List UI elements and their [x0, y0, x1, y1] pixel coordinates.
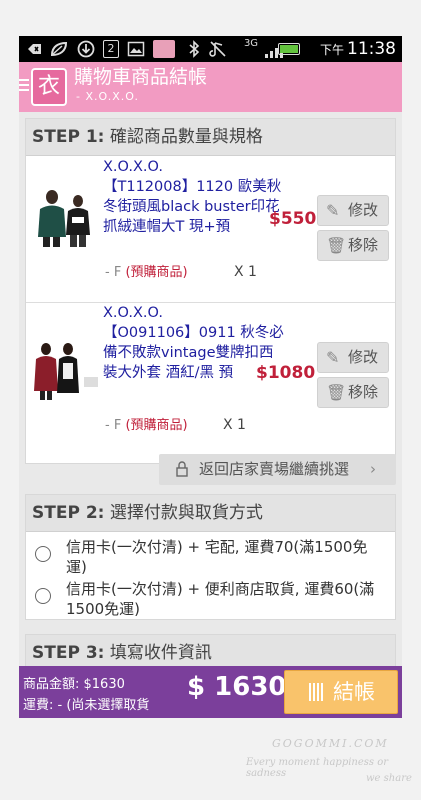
- trash-icon: 🗑: [326, 383, 347, 402]
- back-to-store-label: 返回店家賣場繼續挑選: [199, 460, 350, 478]
- edit-button[interactable]: ✎ 修改: [317, 195, 389, 226]
- preorder-tag: (預購商品): [125, 418, 188, 433]
- clock-time: 11:38: [347, 39, 396, 59]
- step1-header: STEP 1: 確認商品數量與規格: [26, 119, 395, 156]
- spec-size: - F: [105, 265, 122, 280]
- remove-button[interactable]: 🗑 移除: [317, 230, 389, 261]
- edit-label: 修改: [348, 201, 379, 219]
- cart-item: X.O.X.O. 【T112008】1120 歐美秋冬街頭風black bust…: [26, 157, 395, 292]
- app-header: 衣 購物車商品結帳 - X.O.X.O.: [19, 62, 402, 112]
- step2-label: STEP 2:: [32, 503, 105, 523]
- trash-icon: 🗑: [326, 236, 347, 255]
- chevron-right-icon: ›: [370, 460, 376, 478]
- battery-icon: [278, 43, 300, 55]
- remove-button[interactable]: 🗑 移除: [317, 377, 389, 408]
- pencil-icon: ✎: [326, 201, 340, 220]
- pencil-icon: ✎: [326, 348, 340, 367]
- page-title: 購物車商品結帳: [74, 66, 208, 88]
- phone-screen: 2 3G 下午 11:38 衣 購物車商品結帳 - X.O.X.O. STEP …: [19, 36, 402, 718]
- back-icon: [25, 40, 43, 58]
- step1-section: STEP 1: 確認商品數量與規格 X.O.X.O. 【T112008】1120…: [25, 118, 396, 464]
- step2-section: STEP 2: 選擇付款與取貨方式 信用卡(一次付清) + 宅配, 運費70(滿…: [25, 494, 396, 620]
- mute-icon: [209, 40, 227, 58]
- step2-header: STEP 2: 選擇付款與取貨方式: [26, 495, 395, 532]
- checkout-button[interactable]: 結帳: [284, 670, 398, 714]
- product-spec: - F (預購商品): [105, 261, 188, 280]
- calendar-icon: 2: [103, 40, 119, 58]
- bluetooth-icon: [187, 40, 201, 58]
- store-name: - X.O.X.O.: [76, 90, 139, 103]
- payment-radio[interactable]: [35, 546, 51, 562]
- payment-option-label: 信用卡(一次付清) + 便利商店取貨, 運費60(滿1500免運): [66, 580, 375, 618]
- edit-button[interactable]: ✎ 修改: [317, 342, 389, 373]
- step3-label: STEP 3:: [32, 643, 105, 663]
- product-qty: X 1: [223, 417, 246, 433]
- checkout-label: 結帳: [333, 680, 375, 704]
- download-icon: [77, 40, 95, 58]
- image-icon: [127, 40, 145, 58]
- back-to-store-button[interactable]: 返回店家賣場繼續挑選 ›: [159, 454, 396, 485]
- payment-radio[interactable]: [35, 588, 51, 604]
- watermark-site: GOGOMMI.COM: [272, 737, 389, 750]
- app-icon: [153, 40, 175, 58]
- total-amount: $ 1630: [187, 672, 287, 702]
- shipping-text: 運費: - (尚未選擇取貨: [23, 698, 150, 713]
- product-qty: X 1: [234, 264, 257, 280]
- status-bar: 2 3G 下午 11:38: [19, 36, 402, 62]
- subtotal-text: 商品金額: $1630: [23, 677, 125, 692]
- step3-title: 填寫收件資訊: [109, 643, 212, 663]
- cart-item: X.O.X.O. 【O091106】0911 秋冬必備不敗款vintage雙牌扣…: [26, 302, 395, 444]
- product-spec: - F (預購商品): [105, 414, 188, 433]
- remove-label: 移除: [348, 383, 379, 401]
- product-price: $550: [269, 209, 317, 229]
- step1-label: STEP 1:: [32, 127, 105, 147]
- product-thumbnail[interactable]: [32, 341, 102, 401]
- product-price: $1080: [256, 363, 316, 383]
- watermark-line2: we share: [366, 773, 412, 784]
- product-thumbnail[interactable]: [32, 187, 102, 249]
- step2-title: 選擇付款與取貨方式: [109, 503, 263, 523]
- drawer-menu-icon[interactable]: [19, 79, 29, 93]
- leaf-icon: [49, 40, 69, 58]
- preorder-tag: (預購商品): [125, 265, 188, 280]
- spec-size: - F: [105, 418, 122, 433]
- lock-icon: [175, 454, 189, 497]
- remove-label: 移除: [348, 236, 379, 254]
- checkout-bar: 商品金額: $1630 運費: - (尚未選擇取貨 $ 1630 結帳: [19, 666, 402, 718]
- network-type: 3G: [243, 38, 259, 49]
- store-logo[interactable]: 衣: [31, 68, 67, 106]
- step1-title: 確認商品數量與規格: [109, 127, 263, 147]
- clock-ampm: 下午: [319, 43, 344, 57]
- barcode-icon: [309, 683, 325, 701]
- product-name[interactable]: X.O.X.O. 【T112008】1120 歐美秋冬街頭風black bust…: [103, 157, 285, 237]
- edit-label: 修改: [348, 348, 379, 366]
- payment-option-label: 信用卡(一次付清) + 宅配, 運費70(滿1500免運): [66, 538, 368, 576]
